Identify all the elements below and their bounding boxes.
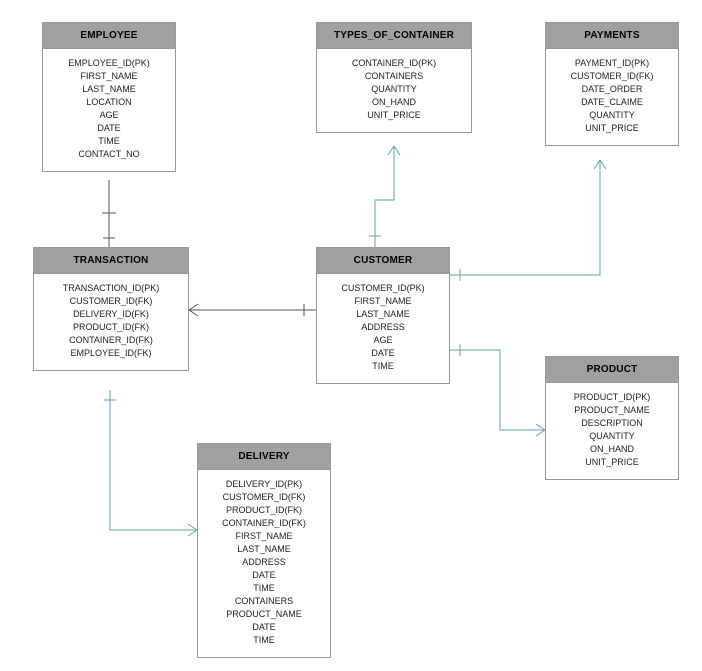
attr: CONTAINERS bbox=[321, 70, 467, 83]
entity-title: EMPLOYEE bbox=[43, 23, 175, 49]
entity-title: PAYMENTS bbox=[546, 23, 678, 49]
attr: PAYMENT_ID(PK) bbox=[550, 57, 674, 70]
attr: CUSTOMER_ID(FK) bbox=[550, 70, 674, 83]
entity-body: EMPLOYEE_ID(PK) FIRST_NAME LAST_NAME LOC… bbox=[43, 49, 175, 171]
attr: ON_HAND bbox=[321, 96, 467, 109]
attr: DATE bbox=[321, 347, 445, 360]
attr: DELIVERY_ID(PK) bbox=[202, 478, 326, 491]
attr: ON_HAND bbox=[550, 443, 674, 456]
attr: DELIVERY_ID(FK) bbox=[38, 308, 184, 321]
attr: LAST_NAME bbox=[202, 543, 326, 556]
attr: PRODUCT_NAME bbox=[202, 608, 326, 621]
attr: AGE bbox=[47, 109, 171, 122]
entity-title: CUSTOMER bbox=[317, 248, 449, 274]
attr: CUSTOMER_ID(FK) bbox=[202, 491, 326, 504]
entity-payments: PAYMENTS PAYMENT_ID(PK) CUSTOMER_ID(FK) … bbox=[545, 22, 679, 146]
attr: LAST_NAME bbox=[321, 308, 445, 321]
attr: DESCRIPTION bbox=[550, 417, 674, 430]
attr: UNIT_PRICE bbox=[550, 456, 674, 469]
entity-employee: EMPLOYEE EMPLOYEE_ID(PK) FIRST_NAME LAST… bbox=[42, 22, 176, 172]
attr: TIME bbox=[47, 135, 171, 148]
attr: TIME bbox=[202, 582, 326, 595]
entity-title: TRANSACTION bbox=[34, 248, 188, 274]
attr: DATE bbox=[202, 569, 326, 582]
entity-body: TRANSACTION_ID(PK) CUSTOMER_ID(FK) DELIV… bbox=[34, 274, 188, 370]
attr: DATE bbox=[202, 621, 326, 634]
entity-delivery: DELIVERY DELIVERY_ID(PK) CUSTOMER_ID(FK)… bbox=[197, 443, 331, 658]
attr: PRODUCT_ID(PK) bbox=[550, 391, 674, 404]
entity-body: CUSTOMER_ID(PK) FIRST_NAME LAST_NAME ADD… bbox=[317, 274, 449, 383]
entity-body: PRODUCT_ID(PK) PRODUCT_NAME DESCRIPTION … bbox=[546, 383, 678, 479]
attr: QUANTITY bbox=[321, 83, 467, 96]
entity-product: PRODUCT PRODUCT_ID(PK) PRODUCT_NAME DESC… bbox=[545, 356, 679, 480]
attr: CONTAINER_ID(FK) bbox=[38, 334, 184, 347]
entity-body: CONTAINER_ID(PK) CONTAINERS QUANTITY ON_… bbox=[317, 49, 471, 132]
attr: AGE bbox=[321, 334, 445, 347]
attr: FIRST_NAME bbox=[202, 530, 326, 543]
attr: FIRST_NAME bbox=[47, 70, 171, 83]
entity-title: TYPES_OF_CONTAINER bbox=[317, 23, 471, 49]
attr: UNIT_PRICE bbox=[321, 109, 467, 122]
attr: CUSTOMER_ID(PK) bbox=[321, 282, 445, 295]
entity-transaction: TRANSACTION TRANSACTION_ID(PK) CUSTOMER_… bbox=[33, 247, 189, 371]
attr: EMPLOYEE_ID(FK) bbox=[38, 347, 184, 360]
entity-body: PAYMENT_ID(PK) CUSTOMER_ID(FK) DATE_ORDE… bbox=[546, 49, 678, 145]
attr: LOCATION bbox=[47, 96, 171, 109]
entity-body: DELIVERY_ID(PK) CUSTOMER_ID(FK) PRODUCT_… bbox=[198, 470, 330, 657]
attr: EMPLOYEE_ID(PK) bbox=[47, 57, 171, 70]
attr: ADDRESS bbox=[321, 321, 445, 334]
attr: DATE_CLAIME bbox=[550, 96, 674, 109]
attr: ADDRESS bbox=[202, 556, 326, 569]
attr: CONTAINER_ID(FK) bbox=[202, 517, 326, 530]
attr: TIME bbox=[321, 360, 445, 373]
attr: FIRST_NAME bbox=[321, 295, 445, 308]
attr: QUANTITY bbox=[550, 430, 674, 443]
entity-customer: CUSTOMER CUSTOMER_ID(PK) FIRST_NAME LAST… bbox=[316, 247, 450, 384]
attr: PRODUCT_ID(FK) bbox=[202, 504, 326, 517]
attr: CUSTOMER_ID(FK) bbox=[38, 295, 184, 308]
attr: CONTAINER_ID(PK) bbox=[321, 57, 467, 70]
attr: TRANSACTION_ID(PK) bbox=[38, 282, 184, 295]
attr: UNIT_PRICE bbox=[550, 122, 674, 135]
attr: CONTAINERS bbox=[202, 595, 326, 608]
attr: CONTACT_NO bbox=[47, 148, 171, 161]
entity-title: DELIVERY bbox=[198, 444, 330, 470]
attr: DATE bbox=[47, 122, 171, 135]
attr: PRODUCT_ID(FK) bbox=[38, 321, 184, 334]
entity-types-of-container: TYPES_OF_CONTAINER CONTAINER_ID(PK) CONT… bbox=[316, 22, 472, 133]
attr: QUANTITY bbox=[550, 109, 674, 122]
entity-title: PRODUCT bbox=[546, 357, 678, 383]
attr: LAST_NAME bbox=[47, 83, 171, 96]
attr: DATE_ORDER bbox=[550, 83, 674, 96]
attr: PRODUCT_NAME bbox=[550, 404, 674, 417]
attr: TIME bbox=[202, 634, 326, 647]
